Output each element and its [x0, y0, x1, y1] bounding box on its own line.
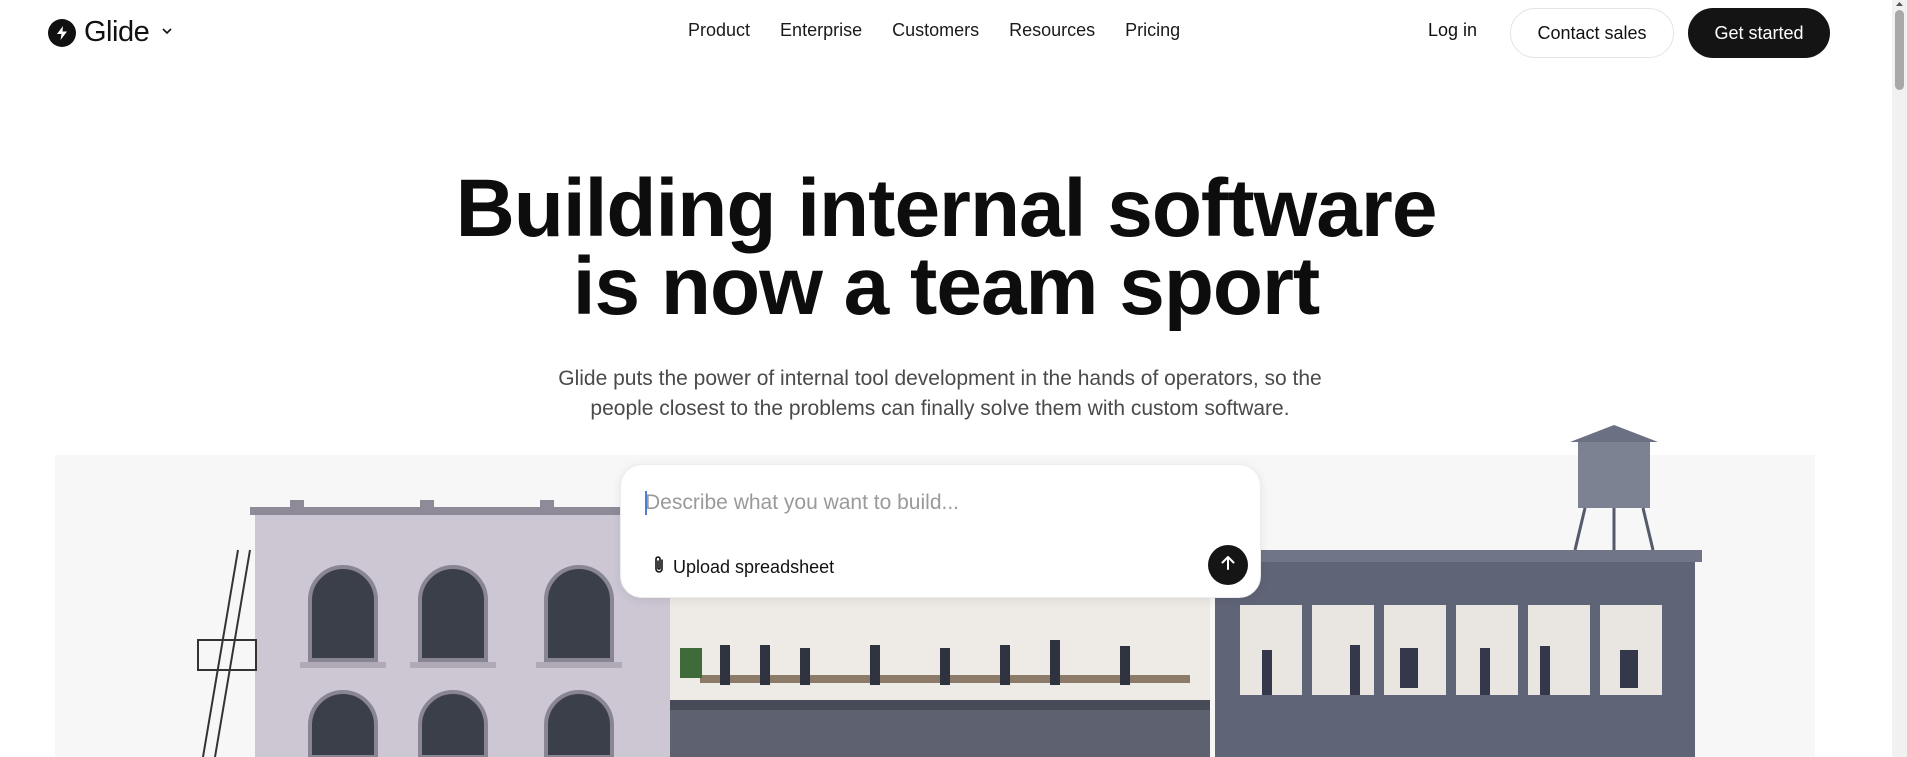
contact-sales-button[interactable]: Contact sales	[1510, 8, 1674, 58]
brand-name: Glide	[84, 16, 150, 48]
upload-spreadsheet-label: Upload spreadsheet	[673, 557, 835, 577]
hero-subtitle-line-1: Glide puts the power of internal tool de…	[558, 367, 1322, 390]
scrollbar-track[interactable]	[1892, 0, 1907, 757]
nav-link-product[interactable]: Product	[688, 20, 750, 41]
get-started-button[interactable]: Get started	[1688, 8, 1830, 58]
nav-link-pricing[interactable]: Pricing	[1125, 20, 1180, 41]
build-prompt-box: Upload spreadsheet	[620, 464, 1261, 598]
build-description-input[interactable]	[645, 487, 1225, 519]
scrollbar-thumb[interactable]	[1895, 10, 1904, 90]
left-building	[197, 500, 680, 757]
submit-prompt-button[interactable]	[1208, 545, 1248, 585]
glide-logo-icon	[48, 18, 76, 47]
hero-title-line-2: is now a team sport	[572, 241, 1321, 332]
nav-links: Product Enterprise Customers Resources P…	[688, 20, 1180, 41]
hero-title: Building internal software is now a team…	[0, 163, 1892, 332]
nav-link-resources[interactable]: Resources	[1009, 20, 1095, 41]
arrow-up-icon	[1219, 554, 1237, 577]
brand-logo[interactable]: Glide	[48, 16, 173, 49]
chevron-down-icon	[161, 24, 173, 42]
text-caret	[645, 491, 647, 515]
paperclip-icon	[651, 555, 667, 580]
top-nav: Glide Product Enterprise Customers Resou…	[0, 0, 1892, 64]
office-interior	[670, 590, 1210, 757]
nav-link-customers[interactable]: Customers	[892, 20, 979, 41]
scroll-up-arrow-icon[interactable]	[1895, 0, 1904, 8]
nav-link-enterprise[interactable]: Enterprise	[780, 20, 862, 41]
login-link[interactable]: Log in	[1428, 20, 1477, 41]
hero-title-line-1: Building internal software	[455, 163, 1438, 254]
upload-spreadsheet-button[interactable]: Upload spreadsheet	[651, 555, 834, 580]
